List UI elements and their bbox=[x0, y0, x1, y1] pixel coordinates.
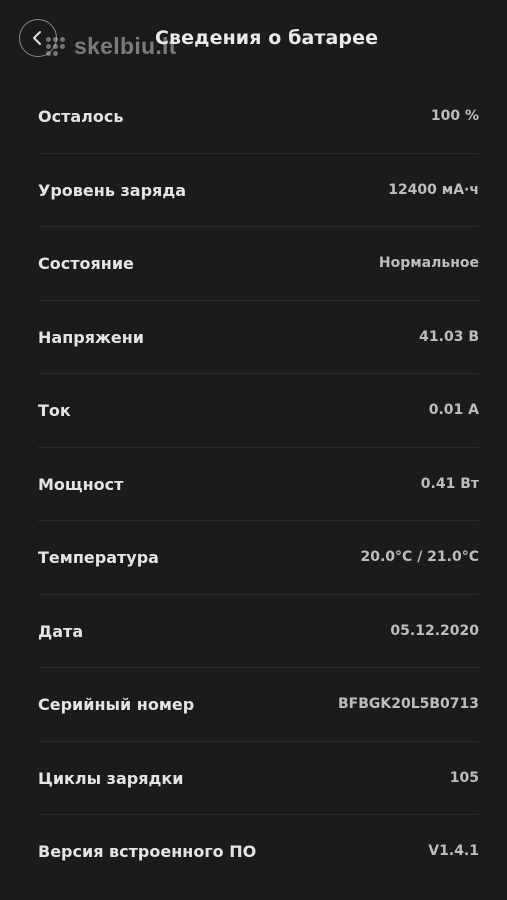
row-label: Уровень заряда bbox=[38, 180, 187, 200]
row-label: Серийный номер bbox=[38, 695, 195, 714]
row-serial-number: Серийный номер BFBGK20L5B0713 bbox=[38, 668, 479, 742]
row-value: BFBGK20L5B0713 bbox=[337, 696, 479, 712]
row-date: Дата 05.12.2020 bbox=[38, 595, 479, 668]
row-charge-level: Уровень заряда 12400 мА·ч bbox=[38, 154, 479, 227]
row-value: 20.0°C / 21.0°C bbox=[360, 549, 480, 565]
row-state: Состояние Нормальное bbox=[38, 227, 479, 301]
row-label: Осталось bbox=[38, 107, 124, 126]
row-value: 12400 мА·ч bbox=[388, 181, 479, 198]
chevron-left-icon bbox=[33, 31, 41, 45]
row-power: Мощност 0.41 Вт bbox=[38, 448, 479, 521]
row-label: Мощност bbox=[38, 474, 124, 494]
row-current: Ток 0.01 А bbox=[38, 374, 479, 448]
row-charge-cycles: Циклы зарядки 105 bbox=[38, 742, 479, 815]
row-label: Циклы зарядки bbox=[38, 768, 184, 788]
row-remaining: Осталось 100 % bbox=[38, 80, 479, 154]
row-label: Напряжени bbox=[38, 327, 145, 347]
row-label: Дата bbox=[38, 621, 84, 641]
row-value: 0.41 Вт bbox=[420, 475, 479, 492]
row-label: Версия встроенного ПО bbox=[38, 842, 257, 861]
row-voltage: Напряжени 41.03 В bbox=[38, 301, 479, 374]
top-bar: skelbiu.lt Сведения о батарее bbox=[0, 0, 507, 80]
row-value: 41.03 В bbox=[419, 328, 479, 345]
row-label: Ток bbox=[38, 401, 71, 420]
page-title: Сведения о батарее bbox=[155, 27, 379, 49]
row-label: Состояние bbox=[38, 254, 134, 273]
row-label: Температура bbox=[38, 548, 159, 567]
battery-info-list: Осталось 100 % Уровень заряда 12400 мА·ч… bbox=[0, 80, 507, 888]
row-value: V1.4.1 bbox=[428, 843, 479, 859]
row-value: 0.01 А bbox=[428, 402, 479, 418]
row-value: 05.12.2020 bbox=[390, 622, 479, 639]
row-value: Нормальное bbox=[378, 255, 479, 271]
row-value: 100 % bbox=[430, 108, 479, 124]
row-firmware-version: Версия встроенного ПО V1.4.1 bbox=[38, 815, 479, 888]
watermark-logo-icon bbox=[46, 36, 66, 57]
row-value: 105 bbox=[449, 769, 479, 786]
row-temperature: Температура 20.0°C / 21.0°C bbox=[38, 521, 479, 595]
